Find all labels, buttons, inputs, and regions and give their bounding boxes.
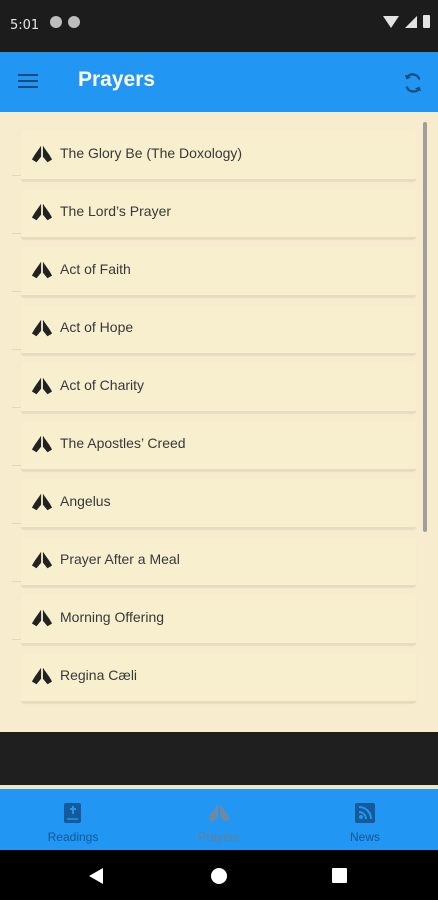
prayer-label: The Lord’s Prayer	[60, 203, 172, 219]
prayer-label: Morning Offering	[60, 609, 165, 625]
prayer-label: Act of Hope	[60, 319, 134, 335]
rss-icon	[355, 803, 375, 823]
list-item[interactable]: Morning Offering	[21, 595, 416, 645]
prayer-label: The Apostles’ Creed	[60, 435, 186, 451]
list-item[interactable]: Regina Cæli	[21, 653, 416, 703]
recent-apps-icon[interactable]	[332, 868, 347, 883]
list-item[interactable]: The Glory Be (The Doxology)	[21, 131, 416, 181]
notification-icon	[68, 16, 80, 28]
scroll-indicator[interactable]	[423, 122, 427, 532]
prayer-label: The Glory Be (The Doxology)	[60, 145, 243, 161]
list-item[interactable]: The Lord’s Prayer	[21, 189, 416, 239]
bottom-navigation: Readings Prayers News	[0, 785, 438, 850]
praying-hands-icon	[31, 203, 53, 221]
system-navigation-bar	[0, 850, 438, 900]
status-bar: 5:01	[0, 0, 438, 52]
list-item[interactable]: Act of Charity	[21, 363, 416, 413]
signal-icon	[405, 15, 417, 28]
tab-label: News	[349, 830, 380, 844]
refresh-icon[interactable]	[402, 72, 424, 94]
prayer-list-container[interactable]: The Glory Be (The Doxology) The Lord’s P…	[0, 112, 438, 732]
home-icon[interactable]	[211, 868, 227, 884]
back-icon[interactable]	[88, 867, 104, 885]
prayer-label: Regina Cæli	[60, 667, 138, 683]
bible-icon	[64, 803, 81, 823]
list-item[interactable]: Prayer After a Meal	[21, 537, 416, 587]
praying-hands-icon	[31, 667, 53, 685]
hamburger-menu-icon[interactable]	[16, 72, 42, 90]
praying-hands-icon	[31, 609, 53, 627]
page-title: Prayers	[78, 68, 156, 91]
tab-label: Readings	[47, 830, 99, 844]
status-notification-icons	[50, 16, 80, 28]
list-item[interactable]: Act of Hope	[21, 305, 416, 355]
prayer-label: Act of Faith	[60, 261, 131, 277]
list-item[interactable]: Angelus	[21, 479, 416, 529]
praying-hands-icon	[31, 261, 53, 279]
tab-prayers[interactable]: Prayers	[146, 789, 292, 850]
praying-hands-icon	[31, 493, 53, 511]
praying-hands-icon	[31, 551, 53, 569]
app-bar: Prayers	[0, 52, 438, 112]
praying-hands-icon	[208, 804, 230, 822]
praying-hands-icon	[31, 435, 53, 453]
prayer-label: Prayer After a Meal	[60, 551, 180, 567]
list-item[interactable]: The Apostles’ Creed	[21, 421, 416, 471]
content-spacer	[0, 732, 438, 785]
status-time: 5:01	[10, 18, 40, 33]
wifi-icon	[383, 15, 399, 28]
battery-icon	[423, 15, 430, 28]
praying-hands-icon	[31, 319, 53, 337]
tab-news[interactable]: News	[292, 789, 438, 850]
tab-readings[interactable]: Readings	[0, 789, 146, 850]
prayer-label: Angelus	[60, 493, 111, 509]
praying-hands-icon	[31, 377, 53, 395]
status-system-icons	[383, 15, 430, 28]
praying-hands-icon	[31, 145, 53, 163]
tab-label: Prayers	[198, 830, 240, 844]
prayer-label: Act of Charity	[60, 377, 145, 393]
notification-icon	[50, 16, 62, 28]
list-item[interactable]: Act of Faith	[21, 247, 416, 297]
